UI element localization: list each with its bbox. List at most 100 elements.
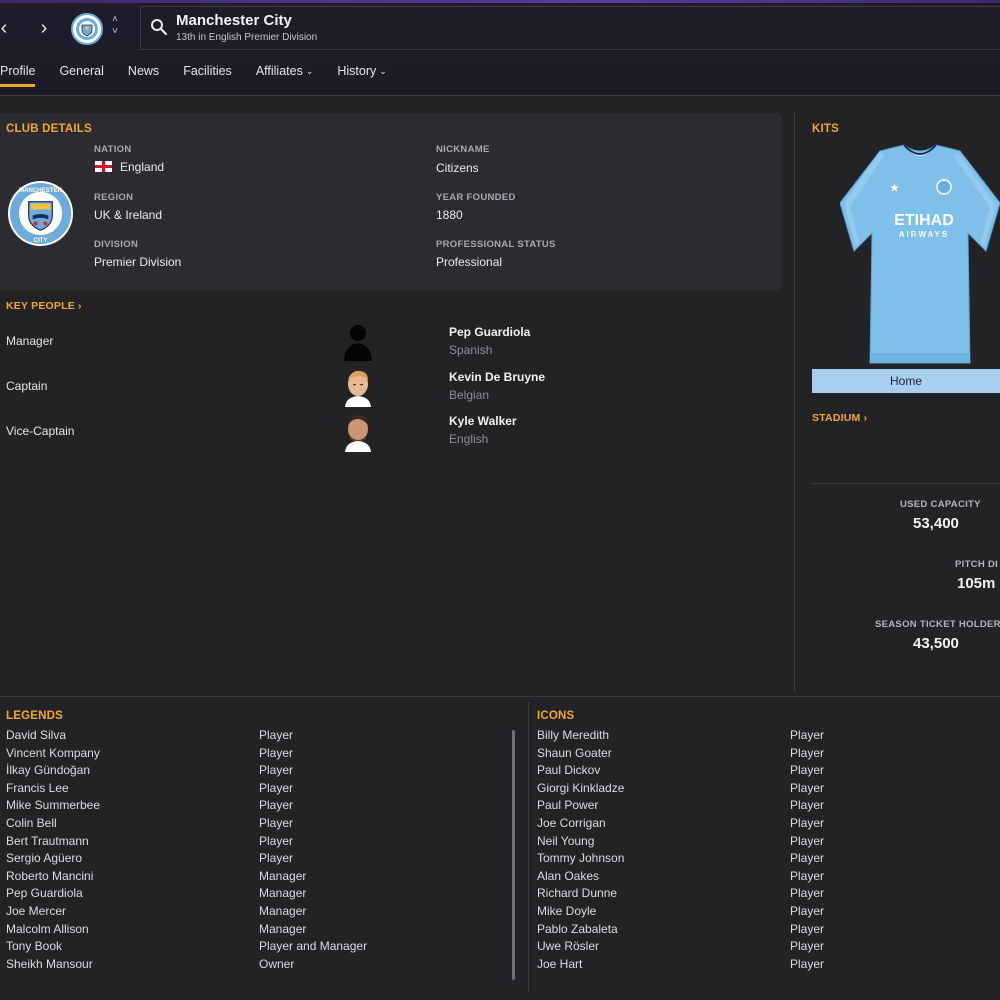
- tab-profile[interactable]: Profile: [0, 58, 36, 88]
- list-item[interactable]: Alan Oakes Player: [537, 869, 992, 887]
- stadium-link[interactable]: STADIUM ›: [812, 412, 867, 424]
- person-name[interactable]: David Silva: [6, 728, 66, 742]
- list-item[interactable]: Mike Doyle Player: [537, 904, 992, 922]
- back-arrow-icon[interactable]: ‹: [0, 14, 14, 42]
- home-kit-shirt-icon[interactable]: ★ ETIHAD AIRWAYS: [840, 143, 1000, 365]
- avatar[interactable]: [340, 367, 376, 407]
- person-name[interactable]: Sheikh Mansour: [6, 957, 93, 971]
- person-name[interactable]: Pep Guardiola: [6, 886, 83, 900]
- person-name[interactable]: Francis Lee: [6, 781, 69, 795]
- club-badge-icon[interactable]: [71, 13, 103, 45]
- list-item[interactable]: Joe Mercer Manager: [6, 904, 506, 922]
- person-role: Player: [790, 763, 825, 778]
- person-name[interactable]: Sergio Agüero: [6, 851, 82, 865]
- list-item[interactable]: Joe Hart Player: [537, 957, 992, 975]
- list-item[interactable]: İlkay Gündoğan Player: [6, 763, 506, 781]
- person-name[interactable]: Tommy Johnson: [537, 851, 624, 865]
- list-item[interactable]: David Silva Player: [6, 728, 506, 746]
- person-name[interactable]: Pablo Zabaleta: [537, 922, 618, 936]
- search-icon[interactable]: [150, 18, 168, 36]
- tab-label: Facilities: [183, 64, 232, 78]
- nickname-value: Citizens: [436, 161, 479, 175]
- person-name[interactable]: Paul Dickov: [537, 763, 600, 777]
- person-role: Player: [259, 833, 294, 848]
- avatar[interactable]: [340, 412, 376, 452]
- list-item[interactable]: Sergio Agüero Player: [6, 851, 506, 869]
- list-item[interactable]: Joe Corrigan Player: [537, 816, 992, 834]
- season-ticket-label: SEASON TICKET HOLDER: [875, 619, 1000, 630]
- person-silhouette-icon[interactable]: [340, 321, 376, 361]
- tab-facilities[interactable]: Facilities: [183, 58, 232, 88]
- list-item[interactable]: Paul Dickov Player: [537, 763, 992, 781]
- list-item[interactable]: Malcolm Allison Manager: [6, 922, 506, 940]
- person-name[interactable]: Giorgi Kinkladze: [537, 781, 624, 795]
- person-name[interactable]: Mike Doyle: [537, 904, 596, 918]
- list-item[interactable]: Francis Lee Player: [6, 781, 506, 799]
- nation-value[interactable]: England: [95, 160, 164, 174]
- person-role: Player: [790, 868, 825, 883]
- list-item[interactable]: Sheikh Mansour Owner: [6, 957, 506, 975]
- division-label: DIVISION: [94, 239, 139, 250]
- list-item[interactable]: Paul Power Player: [537, 798, 992, 816]
- person-name[interactable]: Vincent Kompany: [6, 746, 100, 760]
- list-item[interactable]: Pablo Zabaleta Player: [537, 922, 992, 940]
- list-item[interactable]: Shaun Goater Player: [537, 746, 992, 764]
- list-item[interactable]: Tommy Johnson Player: [537, 851, 992, 869]
- list-item[interactable]: Tony Book Player and Manager: [6, 939, 506, 957]
- person-name[interactable]: Neil Young: [537, 834, 594, 848]
- list-item[interactable]: Colin Bell Player: [6, 816, 506, 834]
- person-name[interactable]: İlkay Gündoğan: [6, 763, 90, 777]
- person-name[interactable]: Richard Dunne: [537, 886, 617, 900]
- kit-home-button[interactable]: Home: [812, 369, 1000, 393]
- key-people-title: KEY PEOPLE: [6, 300, 75, 312]
- kits-title: KITS: [812, 123, 839, 135]
- key-people-link[interactable]: KEY PEOPLE ›: [6, 300, 82, 312]
- division-value[interactable]: Premier Division: [94, 255, 181, 269]
- person-role: Player: [259, 780, 294, 795]
- legends-scrollbar[interactable]: [512, 730, 515, 980]
- section-divider: [0, 696, 1000, 697]
- person-name[interactable]: Paul Power: [537, 798, 598, 812]
- list-item[interactable]: Vincent Kompany Player: [6, 746, 506, 764]
- person-name[interactable]: Shaun Goater: [537, 746, 612, 760]
- list-item[interactable]: Giorgi Kinkladze Player: [537, 781, 992, 799]
- list-item[interactable]: Billy Meredith Player: [537, 728, 992, 746]
- person-nationality: English: [449, 432, 489, 446]
- list-item[interactable]: Neil Young Player: [537, 834, 992, 852]
- forward-arrow-icon[interactable]: ›: [34, 14, 54, 42]
- list-item[interactable]: Roberto Mancini Manager: [6, 869, 506, 887]
- list-item[interactable]: Bert Trautmann Player: [6, 834, 506, 852]
- person-name[interactable]: Mike Summerbee: [6, 798, 100, 812]
- pitch-dimensions-value: 105m: [957, 575, 996, 592]
- person-name[interactable]: Billy Meredith: [537, 728, 609, 742]
- person-name[interactable]: Uwe Rösler: [537, 939, 599, 953]
- person-name[interactable]: Joe Hart: [537, 957, 582, 971]
- tab-general[interactable]: General: [59, 58, 103, 88]
- person-name[interactable]: Tony Book: [6, 939, 62, 953]
- person-role: Player: [790, 728, 825, 742]
- list-item[interactable]: Mike Summerbee Player: [6, 798, 506, 816]
- tab-affiliates[interactable]: Affiliates ⌄: [256, 58, 314, 88]
- tab-history[interactable]: History ⌄: [337, 58, 386, 88]
- person-name[interactable]: Alan Oakes: [537, 869, 599, 883]
- person-role: Player: [259, 728, 294, 742]
- person-name[interactable]: Kyle Walker: [449, 414, 517, 428]
- person-name[interactable]: Joe Mercer: [6, 904, 66, 918]
- person-name[interactable]: Roberto Mancini: [6, 869, 93, 883]
- person-name[interactable]: Malcolm Allison: [6, 922, 89, 936]
- person-name[interactable]: Pep Guardiola: [449, 325, 530, 339]
- club-switch-icon[interactable]: ˄ ˅: [108, 14, 122, 42]
- crest-text-bottom: CITY: [34, 237, 48, 244]
- list-item[interactable]: Uwe Rösler Player: [537, 939, 992, 957]
- tab-news[interactable]: News: [128, 58, 159, 88]
- person-role: Manager: [259, 921, 307, 936]
- person-role: Player: [790, 780, 825, 795]
- person-name[interactable]: Colin Bell: [6, 816, 57, 830]
- list-item[interactable]: Pep Guardiola Manager: [6, 886, 506, 904]
- person-name[interactable]: Bert Trautmann: [6, 834, 89, 848]
- person-role: Player: [259, 763, 294, 778]
- list-item[interactable]: Richard Dunne Player: [537, 886, 992, 904]
- person-name[interactable]: Joe Corrigan: [537, 816, 606, 830]
- person-name[interactable]: Kevin De Bruyne: [449, 370, 545, 384]
- professional-status-value: Professional: [436, 255, 503, 269]
